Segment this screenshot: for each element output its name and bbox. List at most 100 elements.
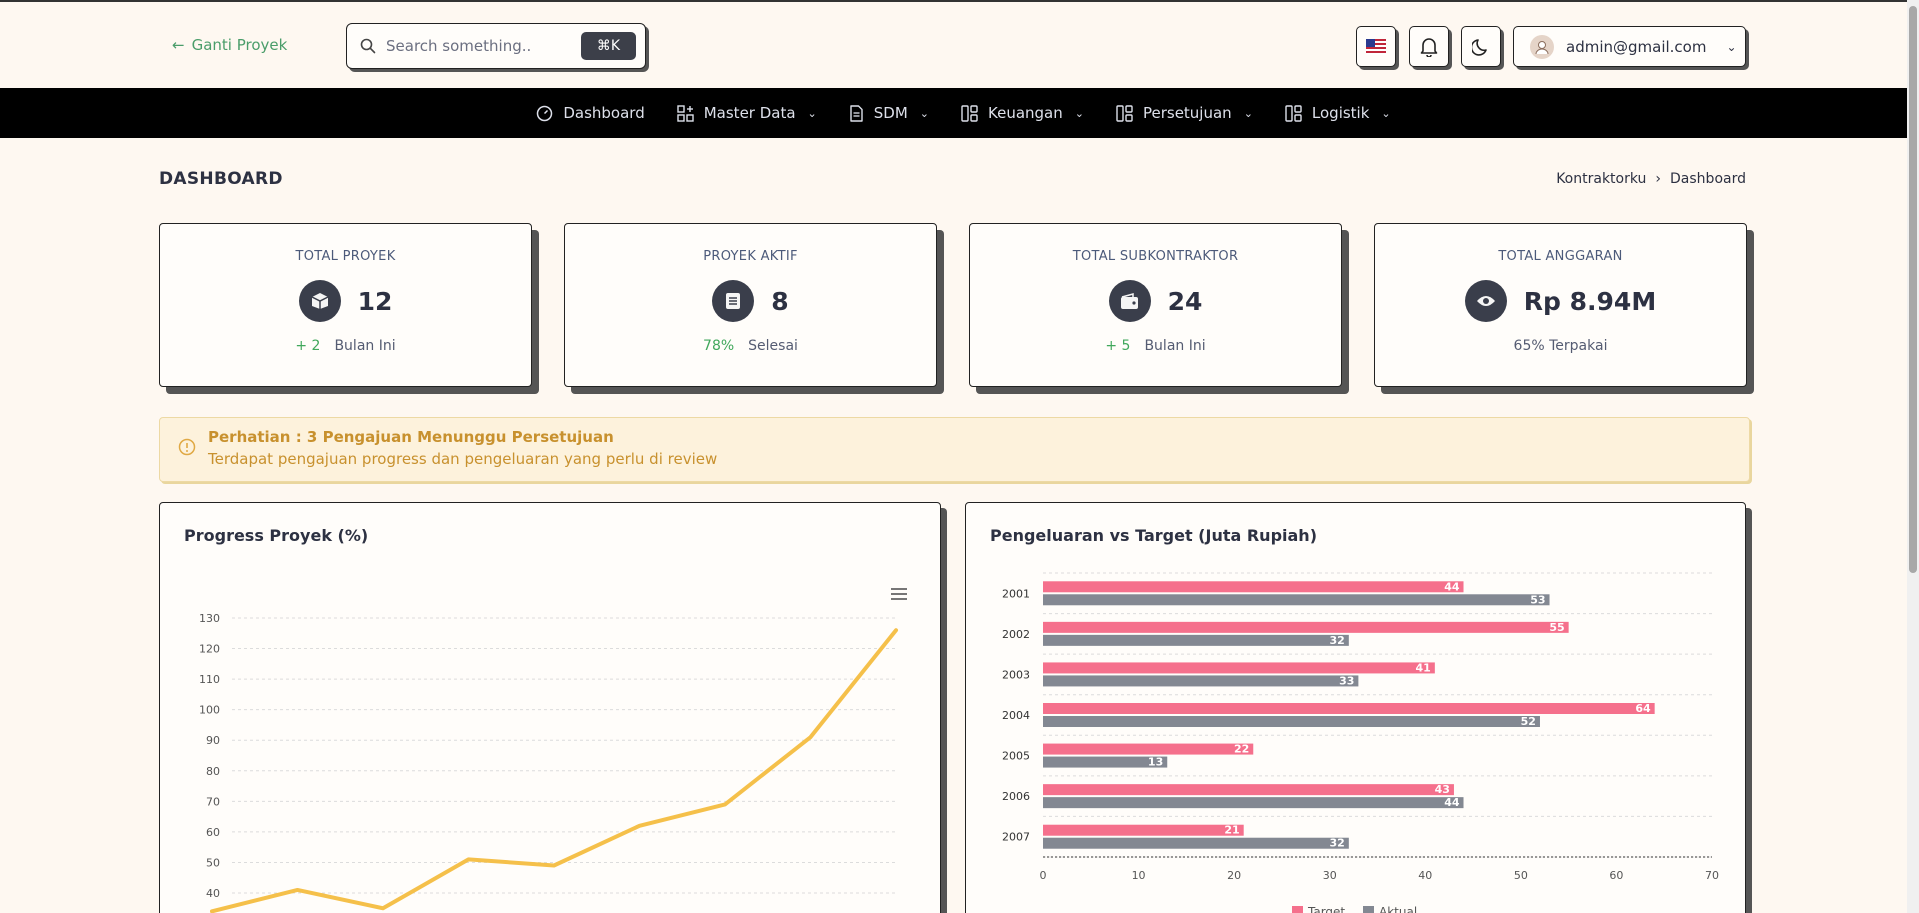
y-tick-label: 60 bbox=[206, 826, 220, 839]
y-category-label: 2004 bbox=[1002, 709, 1030, 722]
us-flag-icon bbox=[1366, 38, 1386, 55]
bar-data-label: 33 bbox=[1339, 674, 1354, 687]
bar-aktual bbox=[1043, 594, 1550, 606]
nav-label: Master Data bbox=[703, 104, 796, 122]
chevron-down-icon: ⌄ bbox=[1074, 106, 1084, 120]
y-tick-label: 110 bbox=[199, 673, 220, 686]
search-icon bbox=[360, 38, 376, 54]
breadcrumb-current: Dashboard bbox=[1670, 171, 1746, 187]
x-tick-label: 50 bbox=[1514, 869, 1528, 882]
info-circle-icon bbox=[178, 438, 196, 456]
columns-icon bbox=[1116, 104, 1133, 122]
chevron-down-icon: ⌄ bbox=[919, 106, 929, 120]
language-button[interactable] bbox=[1356, 26, 1396, 67]
stat-delta: 78% bbox=[703, 338, 735, 354]
bar-data-label: 43 bbox=[1435, 783, 1450, 796]
nav-label: SDM bbox=[873, 104, 908, 122]
y-category-label: 2005 bbox=[1002, 750, 1030, 763]
bar-data-label: 22 bbox=[1234, 743, 1249, 756]
stat-card-total-proyek: TOTAL PROYEK 12 + 2 Bulan Ini bbox=[159, 223, 532, 387]
change-project-label: Ganti Proyek bbox=[191, 36, 288, 54]
notifications-button[interactable] bbox=[1409, 26, 1449, 67]
bar-data-label: 64 bbox=[1635, 702, 1651, 715]
stat-label: TOTAL ANGGARAN bbox=[1498, 249, 1623, 264]
nav-item-persetujuan[interactable]: Persetujuan ⌄ bbox=[1116, 104, 1253, 122]
bar-data-label: 41 bbox=[1416, 661, 1431, 674]
expense-bar-chart: 0 10 20 30 40 50 60 70 2001 44 53 2002 55 32 2003 41 33 2… bbox=[1002, 572, 1719, 913]
y-category-label: 2002 bbox=[1002, 628, 1030, 641]
stat-foot: Selesai bbox=[748, 338, 798, 354]
eye-icon bbox=[1464, 280, 1507, 322]
document-icon bbox=[850, 104, 863, 122]
alert-title: Perhatian : 3 Pengajuan Menunggu Persetu… bbox=[208, 428, 614, 446]
bar-target bbox=[1043, 703, 1655, 714]
y-tick-label: 50 bbox=[206, 856, 220, 869]
change-project-link[interactable]: ← Ganti Proyek bbox=[172, 36, 287, 54]
top-bar: ← Ganti Proyek ⌘K admin@gmail.com ⌄ bbox=[0, 0, 1907, 88]
y-tick-label: 100 bbox=[199, 704, 220, 717]
box-icon bbox=[298, 280, 341, 322]
x-tick-label: 0 bbox=[1040, 869, 1047, 882]
bar-target bbox=[1043, 581, 1464, 593]
chevron-down-icon: ⌄ bbox=[807, 106, 817, 120]
stat-card-total-subkontraktor: TOTAL SUBKONTRAKTOR 24 + 5 Bulan Ini bbox=[969, 223, 1342, 387]
columns-icon bbox=[1285, 104, 1302, 122]
bar-data-label: 21 bbox=[1224, 824, 1239, 837]
scrollbar-thumb[interactable] bbox=[1909, 6, 1917, 573]
breadcrumb: Kontraktorku › Dashboard bbox=[1556, 171, 1746, 187]
bar-data-label: 52 bbox=[1521, 715, 1536, 728]
nav-label: Logistik bbox=[1311, 104, 1370, 122]
nav-item-sdm[interactable]: SDM ⌄ bbox=[849, 104, 929, 122]
user-menu-button[interactable]: admin@gmail.com ⌄ bbox=[1513, 26, 1746, 67]
stat-value: 12 bbox=[357, 286, 393, 316]
breadcrumb-home-link[interactable]: Kontraktorku bbox=[1556, 171, 1646, 187]
bar-data-label: 44 bbox=[1444, 580, 1460, 593]
stat-foot: 65% Terpakai bbox=[1513, 338, 1608, 354]
y-category-label: 2003 bbox=[1002, 668, 1030, 681]
x-tick-label: 40 bbox=[1418, 869, 1432, 882]
nav-item-dashboard[interactable]: Dashboard bbox=[536, 104, 645, 122]
legend-swatch bbox=[1363, 906, 1374, 913]
columns-icon bbox=[961, 104, 978, 122]
stat-value: Rp 8.94M bbox=[1523, 286, 1657, 316]
nav-item-keuangan[interactable]: Keuangan ⌄ bbox=[961, 104, 1084, 122]
bar-data-label: 44 bbox=[1444, 796, 1460, 809]
page-title: DASHBOARD bbox=[159, 169, 283, 189]
bar-data-label: 32 bbox=[1330, 837, 1345, 850]
bar-target bbox=[1043, 743, 1254, 755]
x-tick-label: 30 bbox=[1323, 869, 1337, 882]
chevron-down-icon: ⌄ bbox=[1381, 106, 1391, 120]
legend-label: Target bbox=[1307, 905, 1345, 913]
bar-target bbox=[1043, 784, 1454, 796]
page-scrollbar[interactable] bbox=[1907, 0, 1919, 913]
dark-mode-toggle[interactable] bbox=[1461, 26, 1501, 67]
chevron-down-icon: ⌄ bbox=[1243, 106, 1253, 120]
x-tick-label: 60 bbox=[1609, 869, 1623, 882]
expense-chart-card: Pengeluaran vs Target (Juta Rupiah) 0 10 2… bbox=[965, 502, 1746, 913]
bar-aktual bbox=[1043, 716, 1540, 727]
moon-icon bbox=[1472, 38, 1487, 56]
stat-foot: Bulan Ini bbox=[334, 338, 396, 354]
bar-aktual bbox=[1043, 634, 1349, 646]
y-tick-label: 40 bbox=[206, 887, 220, 900]
stat-label: PROYEK AKTIF bbox=[703, 249, 798, 264]
stat-label: TOTAL SUBKONTRAKTOR bbox=[1072, 249, 1239, 264]
bar-target bbox=[1043, 824, 1244, 836]
search-input[interactable] bbox=[386, 37, 571, 55]
bar-data-label: 13 bbox=[1148, 756, 1163, 769]
bar-aktual bbox=[1043, 675, 1359, 687]
nav-label: Persetujuan bbox=[1142, 104, 1232, 122]
nav-item-logistik[interactable]: Logistik ⌄ bbox=[1285, 104, 1391, 122]
user-avatar-icon bbox=[1535, 40, 1549, 54]
stat-card-total-anggaran: TOTAL ANGGARAN Rp 8.94M 65% Terpakai bbox=[1374, 223, 1747, 387]
nav-item-master-data[interactable]: Master Data ⌄ bbox=[677, 104, 817, 122]
wallet-icon bbox=[1108, 280, 1151, 322]
search-box[interactable]: ⌘K bbox=[346, 23, 646, 69]
pending-approval-alert: Perhatian : 3 Pengajuan Menunggu Persetu… bbox=[159, 417, 1750, 482]
legend-swatch bbox=[1292, 906, 1303, 913]
bar-data-label: 55 bbox=[1549, 621, 1564, 634]
stat-value: 24 bbox=[1167, 286, 1203, 316]
nav-label: Dashboard bbox=[563, 104, 645, 122]
legend-label: Aktual bbox=[1379, 905, 1417, 913]
progress-series-line bbox=[210, 628, 898, 913]
